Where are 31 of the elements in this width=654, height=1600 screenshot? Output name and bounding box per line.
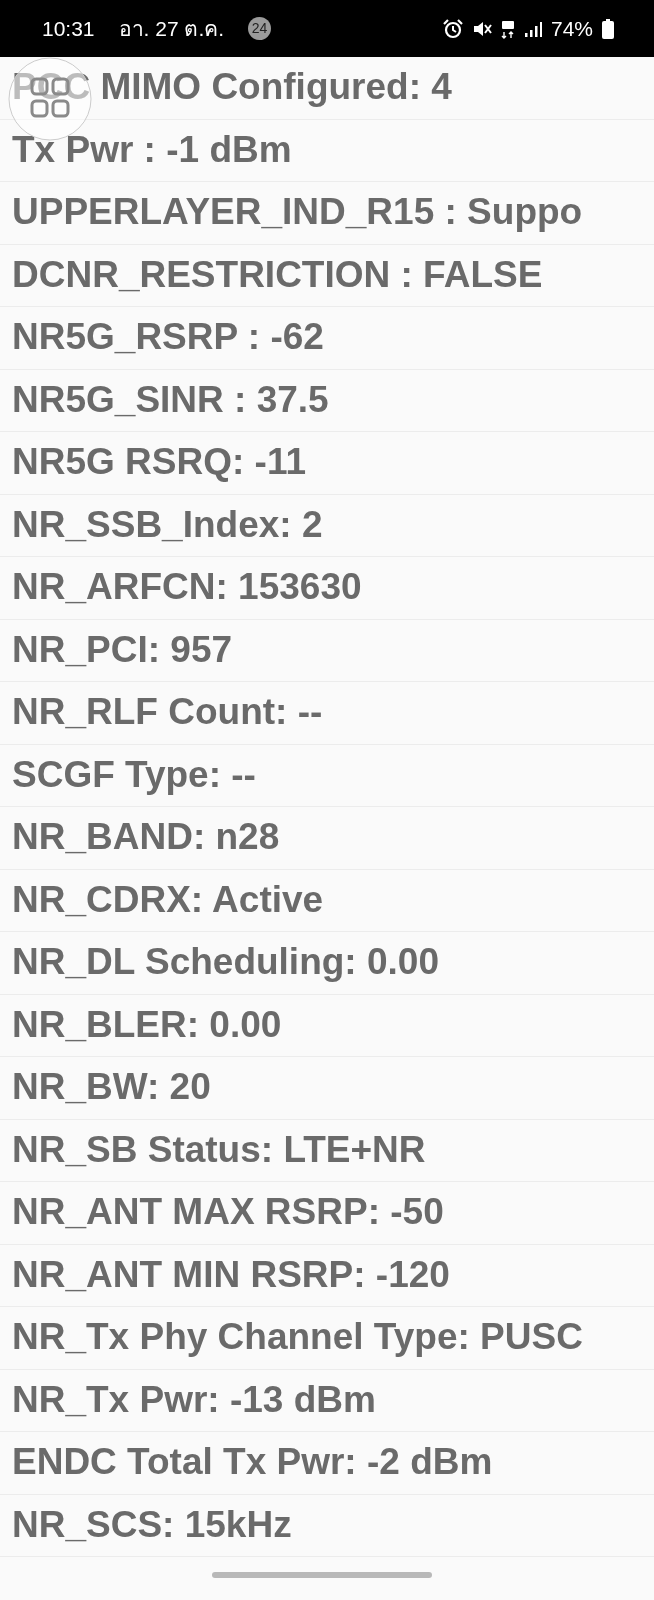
notification-count: 24 xyxy=(248,17,272,40)
info-row-text: NR_Tx Phy Channel Type: PUSC xyxy=(12,1317,583,1359)
signal-icon xyxy=(523,19,542,38)
info-row-text: NR_BW: 20 xyxy=(12,1067,211,1109)
info-row-text: NR_ARFCN: 153630 xyxy=(12,567,362,609)
info-row-text: NR_SB Status: LTE+NR xyxy=(12,1129,426,1171)
info-row-text: ENDC Total Tx Pwr: -2 dBm xyxy=(12,1442,493,1484)
info-row-text: NR_SCS: 15kHz xyxy=(12,1504,292,1546)
info-row-text: NR_DL Scheduling: 0.00 xyxy=(12,942,439,984)
alarm-icon xyxy=(442,18,463,39)
info-row-text: NR_Tx Pwr: -13 dBm xyxy=(12,1379,376,1421)
info-row-text: NR_ANT MAX RSRP: -50 xyxy=(12,1192,444,1234)
info-row-text: NR5G RSRQ: -11 xyxy=(12,442,306,484)
info-row-text: NR_RLF Count: -- xyxy=(12,692,323,734)
info-row-text: NR_SSB_Index: 2 xyxy=(12,504,323,546)
battery-icon xyxy=(602,18,614,39)
date: อา. 27 ต.ค. xyxy=(118,15,225,42)
info-row-text: NR5G_RSRP : -62 xyxy=(12,317,324,359)
clock: 10:31 xyxy=(42,15,95,42)
info-row-text: Tx Pwr : -1 dBm xyxy=(12,129,292,171)
info-row-text: UPPERLAYER_IND_R15 : Suppo xyxy=(12,192,583,234)
info-row-text: NR_CDRX: Active xyxy=(12,879,324,921)
network-type-icon xyxy=(500,18,515,39)
info-row-text: DCNR_RESTRICTION : FALSE xyxy=(12,254,543,296)
info-row-text: SCGF Type: -- xyxy=(12,754,256,796)
info-row-text: NR_PCI: 957 xyxy=(12,629,233,671)
info-row-text: NR5G_SINR : 37.5 xyxy=(12,379,329,421)
info-row-text: NR_BLER: 0.00 xyxy=(12,1004,282,1046)
info-row-text: NR_ANT MIN RSRP: -120 xyxy=(12,1254,450,1296)
battery-percent: 74% xyxy=(550,15,593,42)
info-row-text: NR_BAND: n28 xyxy=(12,817,280,859)
